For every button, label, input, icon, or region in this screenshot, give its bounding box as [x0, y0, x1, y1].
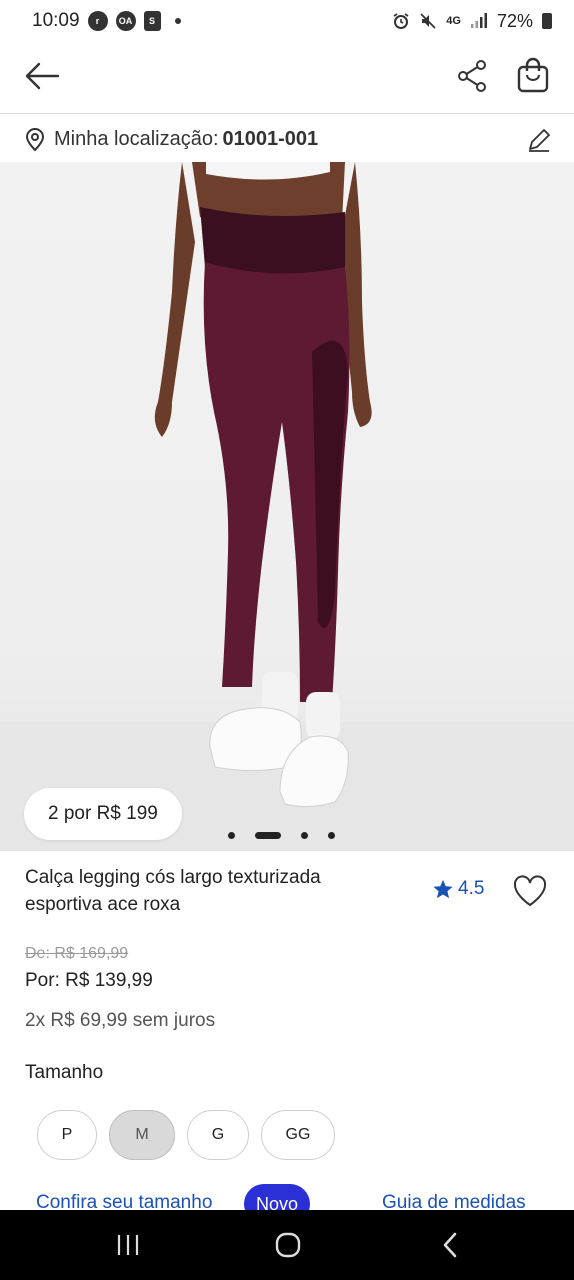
- share-button[interactable]: [452, 56, 492, 96]
- old-price: De: R$ 169,99: [25, 945, 129, 962]
- recent-apps-icon: [117, 1235, 139, 1255]
- arrow-left-icon: [25, 62, 60, 90]
- star-icon: [433, 879, 453, 899]
- alarm-icon: [393, 13, 409, 29]
- size-option-gg[interactable]: GG: [261, 1110, 335, 1160]
- size-selector: P M G GG: [37, 1110, 335, 1160]
- size-option-p[interactable]: P: [37, 1110, 97, 1160]
- back-button[interactable]: [22, 58, 62, 94]
- edit-location-button[interactable]: [526, 127, 552, 153]
- share-icon: [458, 60, 486, 92]
- product-title: Calça legging cós largo texturizada espo…: [25, 867, 321, 915]
- location-label: Minha localização:: [54, 127, 219, 150]
- signal-icon: [470, 13, 487, 28]
- carousel-dot[interactable]: [328, 832, 335, 839]
- product-rating[interactable]: 4.5: [432, 878, 484, 900]
- app-notification-icon: OA: [115, 11, 136, 31]
- promo-badge[interactable]: 2 por R$ 199: [24, 788, 182, 840]
- system-back-button[interactable]: [432, 1228, 468, 1262]
- size-option-g[interactable]: G: [187, 1110, 249, 1160]
- location-pin-icon: [25, 128, 45, 152]
- rating-value: 4.5: [458, 878, 485, 899]
- carousel-dot[interactable]: [228, 832, 235, 839]
- new-badge: Novo: [244, 1184, 311, 1210]
- shopping-bag-icon: [517, 57, 549, 93]
- check-size-link[interactable]: Confira seu tamanho: [36, 1192, 212, 1210]
- app-notification-icon: r: [87, 11, 108, 31]
- current-price: Por: R$ 139,99: [25, 970, 153, 991]
- status-bar: 10:09 r OA S 4G 72%: [0, 0, 574, 42]
- more-notifications-icon: [174, 18, 181, 24]
- battery-icon: [542, 13, 552, 29]
- status-time: 10:09: [32, 10, 80, 31]
- app-header: [0, 42, 574, 114]
- battery-level: 72%: [496, 10, 533, 31]
- carousel-dot-active[interactable]: [255, 832, 281, 839]
- carousel-dot[interactable]: [301, 832, 308, 839]
- chevron-left-icon: [443, 1232, 457, 1258]
- size-option-m[interactable]: M: [109, 1110, 175, 1160]
- location-cep: 01001-001: [222, 127, 319, 150]
- product-image-carousel[interactable]: 2 por R$ 199: [0, 162, 574, 851]
- home-icon: [275, 1232, 301, 1258]
- location-bar[interactable]: Minha localização: 01001-001: [0, 115, 574, 163]
- carousel-indicator[interactable]: [228, 832, 335, 839]
- installments-text: 2x R$ 69,99 sem juros: [25, 1010, 216, 1031]
- recent-apps-button[interactable]: [110, 1228, 146, 1262]
- mute-icon: [420, 13, 436, 29]
- app-notification-icon: S: [143, 11, 161, 31]
- home-button[interactable]: [270, 1228, 306, 1262]
- network-type: 4G: [446, 15, 461, 27]
- size-label: Tamanho: [25, 1062, 104, 1083]
- size-links-row: Confira seu tamanho Novo Guia de medidas: [0, 1184, 574, 1210]
- size-guide-link[interactable]: Guia de medidas: [382, 1192, 526, 1210]
- product-photo: [0, 162, 574, 851]
- favorite-button[interactable]: [512, 874, 548, 908]
- system-navigation-bar: [0, 1210, 574, 1280]
- cart-button[interactable]: [512, 54, 554, 96]
